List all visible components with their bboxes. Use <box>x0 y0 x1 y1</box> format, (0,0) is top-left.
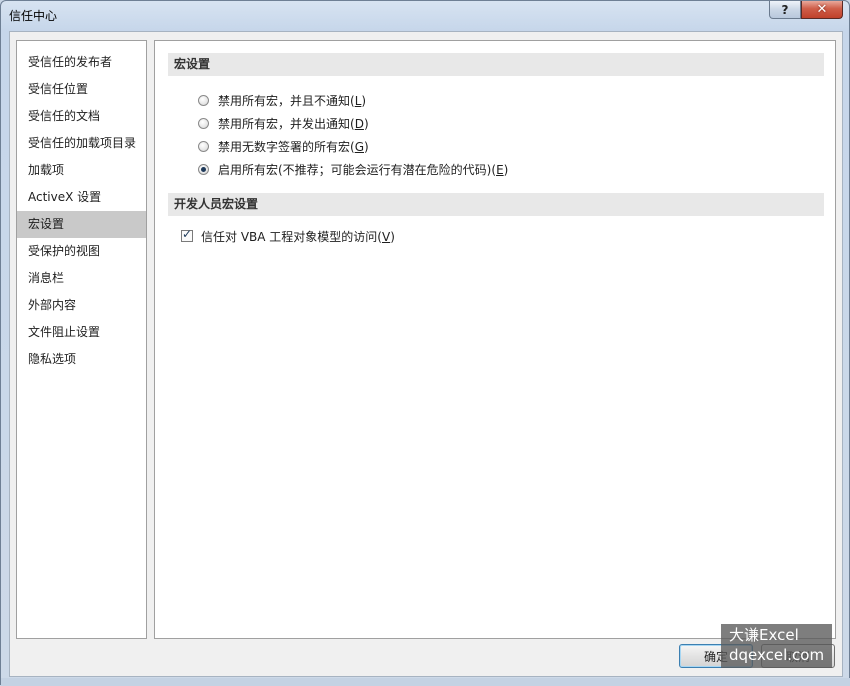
radio-button[interactable] <box>198 117 209 129</box>
sidebar-item-activex[interactable]: ActiveX 设置 <box>17 184 146 211</box>
macro-settings-header: 宏设置 <box>168 53 824 76</box>
radio-label: 禁用所有宏，并且不通知(L) <box>218 93 367 108</box>
sidebar-item-trusted-documents[interactable]: 受信任的文档 <box>17 103 146 130</box>
sidebar-item-trusted-locations[interactable]: 受信任位置 <box>17 76 146 103</box>
close-button[interactable]: ✕ <box>801 1 843 19</box>
window-title: 信任中心 <box>9 9 58 23</box>
radio-button[interactable] <box>198 140 209 152</box>
radio-label: 禁用无数字签署的所有宏(G) <box>218 139 369 154</box>
radio-disable-no-notify[interactable]: 禁用所有宏，并且不通知(L) <box>198 91 366 109</box>
radio-button[interactable] <box>198 94 209 106</box>
help-icon: ? <box>781 2 789 17</box>
help-button[interactable]: ? <box>769 1 801 19</box>
trust-center-window: 信任中心 ? ✕ 受信任的发布者 受信任位置 受信任的文档 受信任的加载项目录 … <box>0 0 850 686</box>
sidebar-item-message-bar[interactable]: 消息栏 <box>17 265 146 292</box>
trust-vba-checkbox[interactable] <box>181 227 193 242</box>
radio-enable-all[interactable]: 启用所有宏(不推荐；可能会运行有潜在危险的代码)(E) <box>198 160 508 178</box>
trust-vba-access-checkbox-row[interactable]: 信任对 VBA 工程对象模型的访问(V) <box>181 227 395 245</box>
sidebar-item-trusted-publishers[interactable]: 受信任的发布者 <box>17 49 146 76</box>
settings-panel: 宏设置 禁用所有宏，并且不通知(L) 禁用所有宏，并发出通知(D) 禁用无数字签… <box>154 40 836 639</box>
radio-button-selected[interactable] <box>198 163 209 175</box>
radio-disable-unsigned[interactable]: 禁用无数字签署的所有宏(G) <box>198 137 369 155</box>
sidebar-item-macro-settings[interactable]: 宏设置 <box>17 211 146 238</box>
sidebar-item-addins[interactable]: 加载项 <box>17 157 146 184</box>
close-icon: ✕ <box>816 2 828 17</box>
sidebar-item-privacy[interactable]: 隐私选项 <box>17 346 146 373</box>
checkbox-label: 信任对 VBA 工程对象模型的访问(V) <box>201 229 395 244</box>
watermark-line-2: dqexcel.com <box>729 646 825 664</box>
title-bar[interactable]: 信任中心 ? ✕ <box>1 1 849 29</box>
sidebar-item-protected-view[interactable]: 受保护的视图 <box>17 238 146 265</box>
watermark-overlay: 大谦Excel dqexcel.com <box>721 624 832 668</box>
radio-label: 禁用所有宏，并发出通知(D) <box>218 116 369 131</box>
radio-label: 启用所有宏(不推荐；可能会运行有潜在危险的代码)(E) <box>218 162 509 177</box>
radio-disable-with-notify[interactable]: 禁用所有宏，并发出通知(D) <box>198 114 369 132</box>
sidebar-item-trusted-addin-catalogs[interactable]: 受信任的加载项目录 <box>17 130 146 157</box>
dialog-body: 受信任的发布者 受信任位置 受信任的文档 受信任的加载项目录 加载项 Activ… <box>9 31 843 677</box>
developer-settings-header: 开发人员宏设置 <box>168 193 824 216</box>
category-list: 受信任的发布者 受信任位置 受信任的文档 受信任的加载项目录 加载项 Activ… <box>16 40 147 639</box>
watermark-line-1: 大谦Excel <box>729 626 799 644</box>
sidebar-item-external-content[interactable]: 外部内容 <box>17 292 146 319</box>
sidebar-item-file-block[interactable]: 文件阻止设置 <box>17 319 146 346</box>
